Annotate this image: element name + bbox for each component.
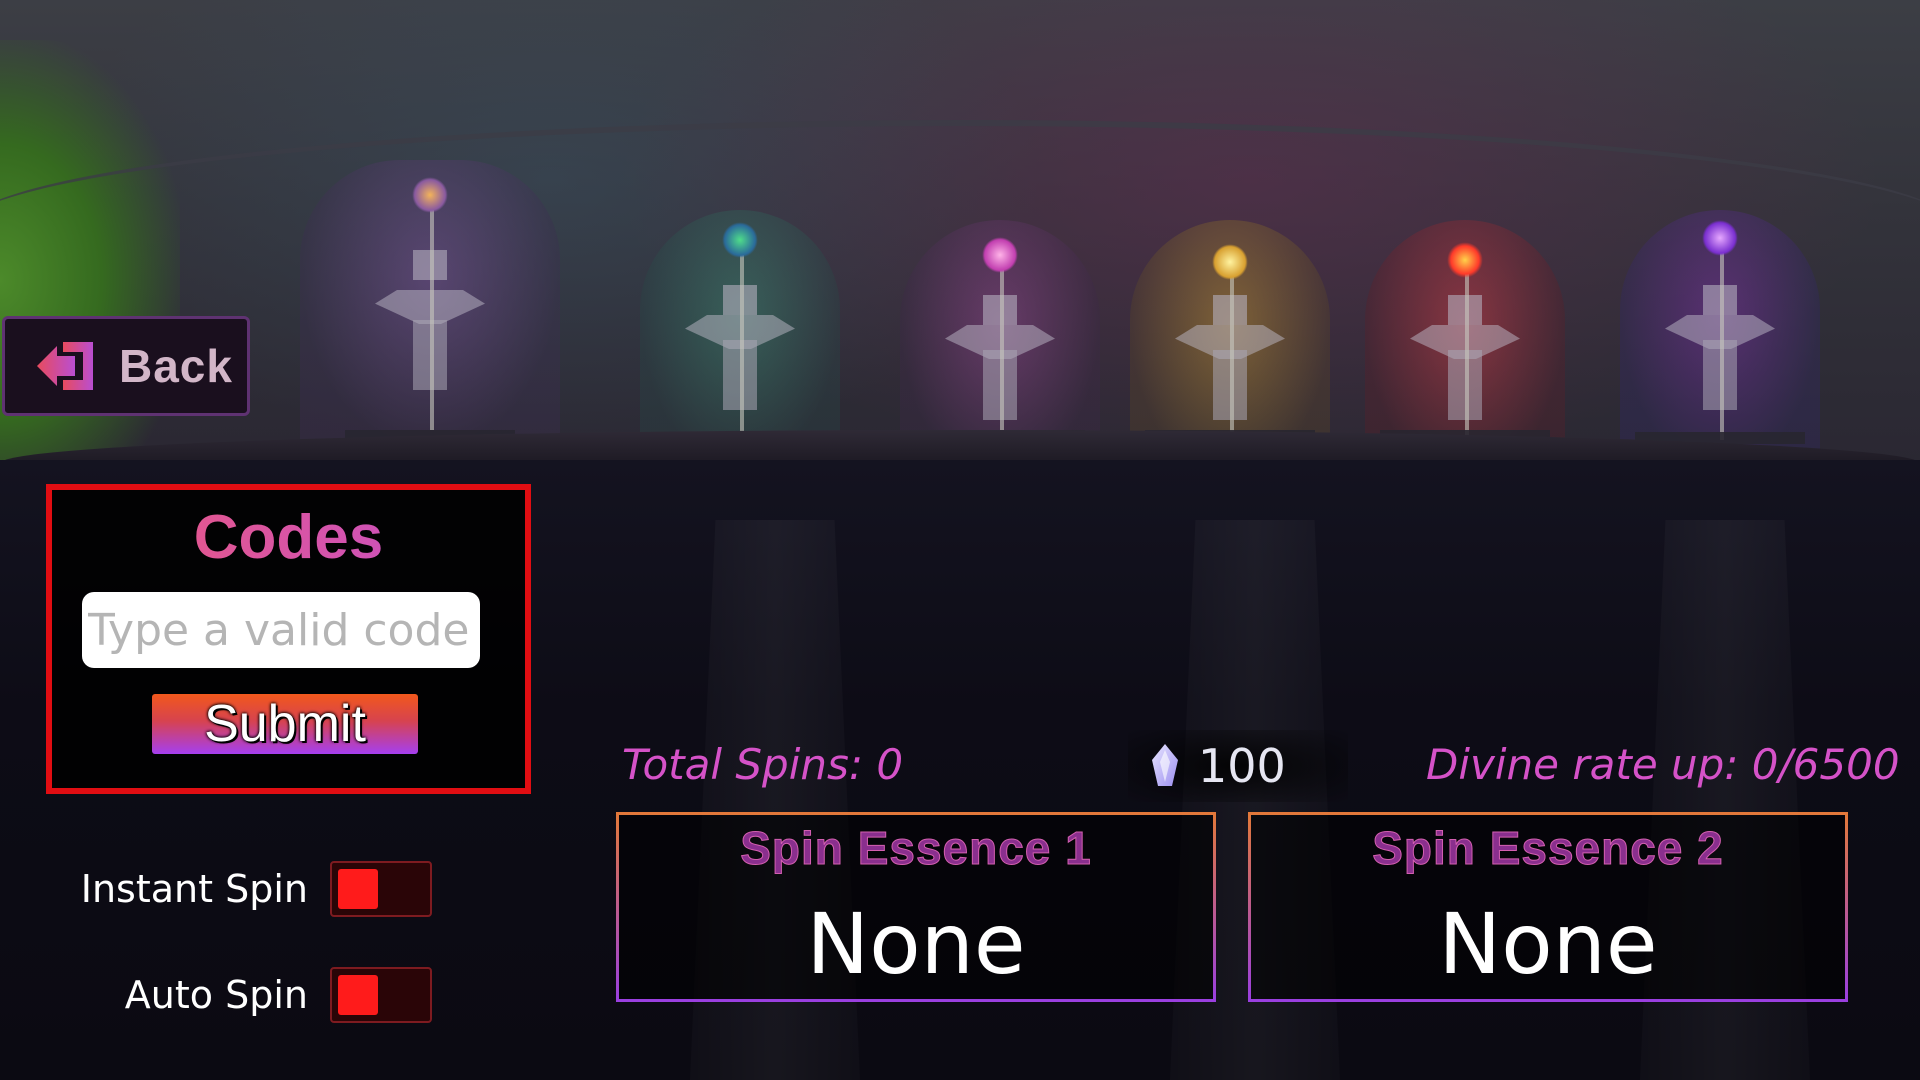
statue-alcove-6 (1620, 210, 1820, 470)
statue-alcove-1 (300, 160, 560, 450)
code-input[interactable] (82, 592, 480, 668)
auto-spin-row: Auto Spin (0, 966, 432, 1024)
auto-spin-label: Auto Spin (124, 973, 308, 1017)
currency-value: 100 (1198, 739, 1286, 793)
instant-spin-label: Instant Spin (80, 867, 308, 911)
toggle-knob (338, 869, 378, 909)
back-button[interactable]: Back (2, 316, 250, 416)
essence-title: Spin Essence 1 (740, 822, 1092, 875)
back-label: Back (119, 340, 233, 392)
spin-essence-2-slot[interactable]: Spin Essence 2 None (1248, 812, 1848, 1002)
essence-value: None (806, 895, 1026, 993)
submit-button[interactable]: Submit (152, 694, 418, 754)
codes-panel: Codes Submit (46, 484, 531, 794)
divine-rate: Divine rate up: 0/6500 (1426, 740, 1900, 789)
spin-essence-1-slot[interactable]: Spin Essence 1 None (616, 812, 1216, 1002)
total-spins: Total Spins: 0 (622, 740, 904, 789)
currency-display: 100 (1128, 730, 1348, 802)
auto-spin-toggle[interactable] (330, 967, 432, 1023)
essence-value: None (1438, 895, 1658, 993)
exit-arrow-icon (37, 342, 93, 390)
instant-spin-toggle[interactable] (330, 861, 432, 917)
toggle-knob (338, 975, 378, 1015)
crystal-gem-icon (1152, 744, 1178, 786)
codes-title: Codes (52, 502, 525, 573)
instant-spin-row: Instant Spin (0, 860, 432, 918)
essence-title: Spin Essence 2 (1372, 822, 1724, 875)
